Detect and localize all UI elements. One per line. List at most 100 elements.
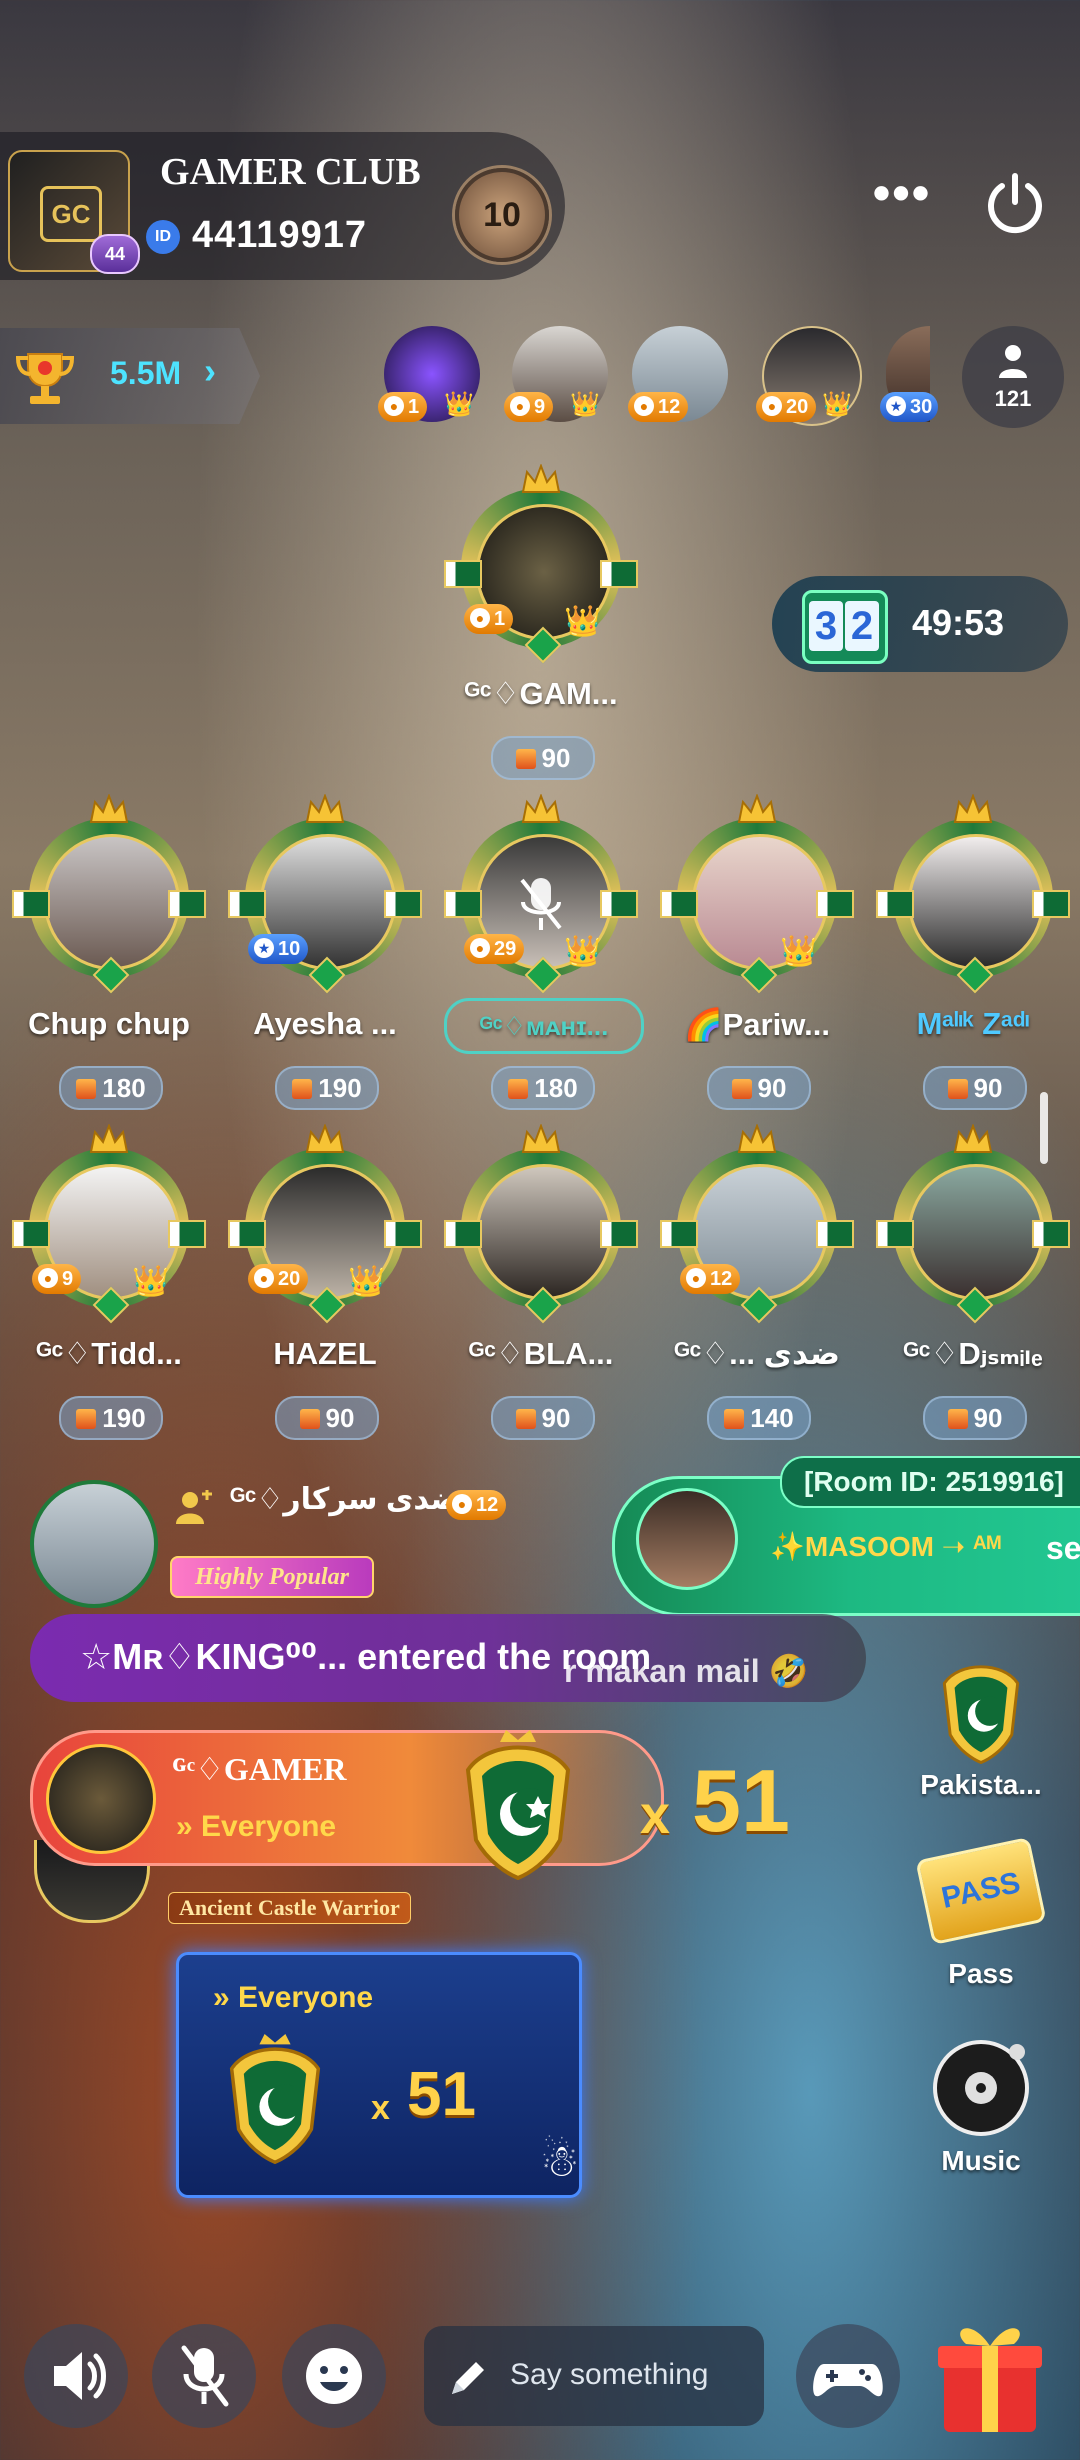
speaker-button[interactable] — [24, 2324, 128, 2428]
gift-count: 190 — [59, 1396, 163, 1440]
chevron-right-icon: › — [204, 350, 216, 391]
avatar — [908, 834, 1044, 970]
seat-name: HAZEL — [273, 1336, 377, 1371]
flag-icon — [168, 890, 206, 918]
gift-count: 90 — [707, 1066, 811, 1110]
crown-icon — [521, 1124, 561, 1153]
pakistan-event-label: Pakista... — [920, 1769, 1042, 1800]
flag-icon — [600, 890, 638, 918]
flame-icon: ● — [470, 938, 490, 958]
club-name: GAMER CLUB — [160, 151, 421, 193]
gift-multiplier-count: 51 — [407, 2060, 476, 2129]
timer-digit: 2 — [845, 601, 879, 651]
mic-toggle-button[interactable] — [152, 2324, 256, 2428]
gift-count: 140 — [707, 1396, 811, 1440]
gift-count: 180 — [491, 1066, 595, 1110]
id-icon: ID — [146, 220, 180, 254]
power-icon[interactable] — [982, 170, 1048, 236]
flame-icon: ● — [38, 1268, 58, 1288]
mic-off-icon — [181, 2345, 229, 2407]
flag-icon — [1032, 890, 1070, 918]
entered-room-text: ☆Mʀ♢KING⁰⁰... entered the room — [80, 1636, 652, 1677]
level-badge: ● 9 — [32, 1264, 82, 1294]
crown-icon — [89, 1124, 129, 1153]
level-value: 9 — [534, 396, 546, 418]
seat-name: ᴳᶜ♢GAM... — [464, 676, 618, 711]
music-label: Music — [941, 2145, 1021, 2176]
emoji-button[interactable] — [282, 2324, 386, 2428]
more-options-button[interactable]: ••• — [866, 168, 938, 228]
crown-icon — [305, 1124, 345, 1153]
chat-input[interactable]: Say something — [424, 2326, 764, 2426]
seat-name: ᴳᶜ♢ᴍᴀʜɪ... — [444, 998, 644, 1054]
pencil-icon — [452, 2362, 484, 2394]
level-value: 20 — [786, 396, 809, 418]
gift-count-value: 90 — [973, 1073, 1003, 1103]
pass-button[interactable]: PASS Pass — [906, 1836, 1056, 1990]
flame-icon: ● — [634, 396, 654, 416]
seat-name: ᴳᶜ♢BLA... — [468, 1336, 614, 1371]
gift-sender-avatar — [46, 1744, 156, 1854]
level-badge: ● 20 — [756, 392, 817, 422]
user-join-icon — [176, 1490, 212, 1524]
entered-room-message: r makan mail 🤣 ☆Mʀ♢KING⁰⁰... entered the… — [30, 1614, 866, 1702]
gift-count-value: 90 — [541, 743, 571, 773]
flag-icon — [228, 1220, 266, 1248]
flame-icon: ● — [686, 1268, 706, 1288]
room-promo-tail: se — [1046, 1530, 1080, 1566]
games-button[interactable] — [796, 2324, 900, 2428]
flame-icon: ● — [470, 608, 490, 628]
flag-icon — [12, 890, 50, 918]
level-value: 9 — [62, 1268, 74, 1290]
flag-icon — [816, 890, 854, 918]
gift-icon — [299, 1409, 320, 1429]
flag-icon — [816, 1220, 854, 1248]
club-level-badge[interactable]: 10 — [455, 168, 549, 262]
gift-count: 90 — [275, 1396, 379, 1440]
music-button[interactable]: Music — [906, 2036, 1056, 2177]
chat-user-name[interactable]: ᴳᶜ♢ضدی سرکار — [230, 1482, 460, 1517]
club-level-value: 10 — [483, 196, 521, 234]
gift-icon — [724, 1409, 745, 1429]
gift-box-icon[interactable] — [930, 2306, 1050, 2436]
gift-icon — [76, 1079, 97, 1099]
snowman-icon: ☃ — [540, 2137, 580, 2186]
club-avatar-level: 44 — [90, 234, 140, 274]
scrollbar[interactable] — [1040, 1092, 1048, 1164]
gift-recipient: » Everyone — [176, 1810, 337, 1843]
crown-icon: 👑 — [348, 1265, 386, 1298]
online-users-button[interactable]: 121 — [962, 326, 1064, 428]
flame-icon: ● — [510, 396, 530, 416]
pakistan-event-button[interactable]: Pakista... — [906, 1654, 1056, 1801]
gift-count-value: 140 — [750, 1403, 794, 1433]
level-value: 1 — [494, 608, 506, 630]
room-promo-avatar — [636, 1488, 738, 1590]
gift-count: 90 — [923, 1066, 1027, 1110]
pakistan-shield-gift-icon — [229, 2034, 321, 2164]
crown-icon: 👑 — [780, 935, 818, 968]
level-badge: ● 1 — [464, 604, 514, 634]
level-badge: ● 20 — [248, 1264, 309, 1294]
game-timer[interactable]: 3 2 49:53 — [772, 576, 1068, 672]
level-value: 12 — [476, 1494, 499, 1516]
room-promo-text: ✨MASOOM ➝ ᴬᴹ — [770, 1531, 1002, 1562]
chat-input-placeholder: Say something — [510, 2358, 709, 2391]
gift-multiplier-x: x — [640, 1785, 671, 1845]
crown-icon: 👑 — [822, 391, 852, 418]
level-badge: ● 9 — [504, 392, 554, 422]
mic-off-icon — [520, 878, 562, 930]
gift-multiplier-x: x — [371, 2089, 390, 2127]
gamepad-icon — [813, 2364, 883, 2397]
level-value: 30 — [910, 396, 933, 418]
gift-sender-name: ᴳᶜ♢GAMER — [172, 1751, 347, 1787]
title-tag: Ancient Castle Warrior — [168, 1892, 411, 1924]
flag-icon — [444, 560, 482, 588]
flag-icon — [660, 890, 698, 918]
emoji-icon — [306, 2348, 362, 2404]
chat-user-avatar[interactable] — [30, 1480, 158, 1608]
timer-value: 49:53 — [912, 602, 1005, 643]
flag-icon — [384, 1220, 422, 1248]
flag-icon — [876, 890, 914, 918]
seat-name: 🌈Pariw... — [684, 1007, 830, 1042]
highly-popular-tag: Highly Popular — [170, 1556, 374, 1598]
